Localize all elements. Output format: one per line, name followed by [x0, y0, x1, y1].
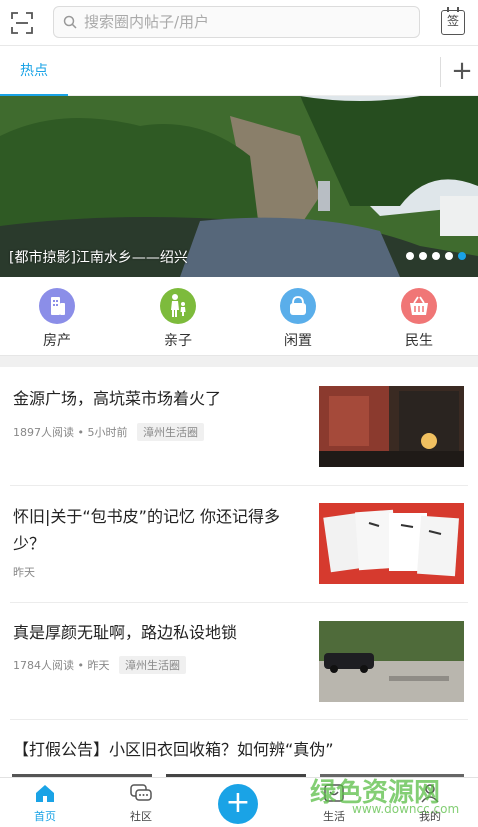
nav-home[interactable]: 首页	[15, 783, 75, 824]
top-bar: 签	[0, 0, 478, 46]
feed-item-meta: 1784人阅读 • 昨天 漳州生活圈	[13, 656, 186, 674]
parent-child-icon	[160, 288, 196, 324]
feed-item-meta: 昨天	[13, 564, 35, 580]
post-time: 昨天	[13, 566, 35, 579]
bag-icon	[280, 288, 316, 324]
meta-dot: •	[77, 659, 85, 672]
tab-divider	[440, 57, 441, 87]
basket-icon	[401, 288, 437, 324]
feed-item-title: 真是厚颜无耻啊，路边私设地锁	[13, 623, 238, 642]
search-icon	[63, 15, 77, 29]
feed-item-title: 怀旧|关于“包书皮”的记忆 你还记得多少？	[13, 507, 281, 553]
search-box[interactable]	[53, 6, 420, 38]
feed-item[interactable]: 怀旧|关于“包书皮”的记忆 你还记得多少？ 昨天	[0, 486, 478, 602]
watermark-url: www.downcc.com	[352, 802, 460, 816]
category-house[interactable]: 房产	[27, 288, 87, 349]
category-secondhand[interactable]: 闲置	[268, 288, 328, 349]
meta-dot: •	[77, 426, 85, 439]
channel-tabs: 热点 +	[0, 47, 478, 97]
carousel-dot[interactable]	[432, 252, 440, 260]
nav-community-label: 社区	[130, 810, 152, 823]
category-livelihood[interactable]: 民生	[389, 288, 449, 349]
category-row: 房产 亲子 闲置 民生	[0, 277, 478, 355]
section-separator	[0, 355, 478, 367]
category-label: 亲子	[164, 333, 192, 349]
building-icon	[39, 288, 75, 324]
tab-hot-label: 热点	[20, 63, 48, 79]
category-label: 房产	[43, 333, 71, 349]
carousel-dot[interactable]	[406, 252, 414, 260]
circle-tag[interactable]: 漳州生活圈	[119, 656, 186, 674]
post-time: 昨天	[87, 659, 110, 672]
category-parenting[interactable]: 亲子	[148, 288, 208, 349]
tab-hot[interactable]: 热点	[0, 47, 68, 97]
banner-caption: [都市掠影]江南水乡——绍兴	[9, 250, 188, 266]
read-count: 1897人阅读	[13, 426, 74, 439]
home-icon	[36, 785, 54, 802]
feed-item-meta: 1897人阅读 • 5小时前 漳州生活圈	[13, 423, 204, 441]
feed-item-thumbnail	[319, 621, 464, 702]
feed-item[interactable]: 真是厚颜无耻啊，路边私设地锁 1784人阅读 • 昨天 漳州生活圈	[0, 603, 478, 719]
nav-home-label: 首页	[34, 810, 56, 823]
feed-item-title: 【打假公告】小区旧衣回收箱？如何辨“真伪”	[13, 740, 334, 759]
circle-tag[interactable]: 漳州生活圈	[137, 423, 204, 441]
scan-icon[interactable]	[10, 11, 34, 35]
post-time: 5小时前	[87, 426, 128, 439]
post-button[interactable]: +	[218, 784, 258, 824]
feed-item[interactable]: 金源广场，高坑菜市场着火了 1897人阅读 • 5小时前 漳州生活圈	[0, 368, 478, 485]
category-label: 民生	[405, 333, 433, 349]
chat-bubbles-icon	[130, 784, 152, 801]
feed-item-thumbnail	[319, 386, 464, 467]
feed-item[interactable]: 【打假公告】小区旧衣回收箱？如何辨“真伪”	[0, 720, 478, 777]
category-label: 闲置	[284, 333, 312, 349]
feed-item-title: 金源广场，高坑菜市场着火了	[13, 389, 222, 408]
add-channel-button[interactable]: +	[449, 57, 475, 87]
search-input[interactable]	[84, 11, 404, 33]
banner-carousel[interactable]: [都市掠影]江南水乡——绍兴	[0, 96, 478, 277]
feed-item-thumbnail	[319, 503, 464, 584]
sign-in-calendar-button[interactable]: 签	[441, 7, 465, 35]
nav-community[interactable]: 社区	[111, 783, 171, 824]
carousel-dot[interactable]	[419, 252, 427, 260]
carousel-dot[interactable]	[445, 252, 453, 260]
carousel-dot-active[interactable]	[458, 252, 466, 260]
read-count: 1784人阅读	[13, 659, 74, 672]
